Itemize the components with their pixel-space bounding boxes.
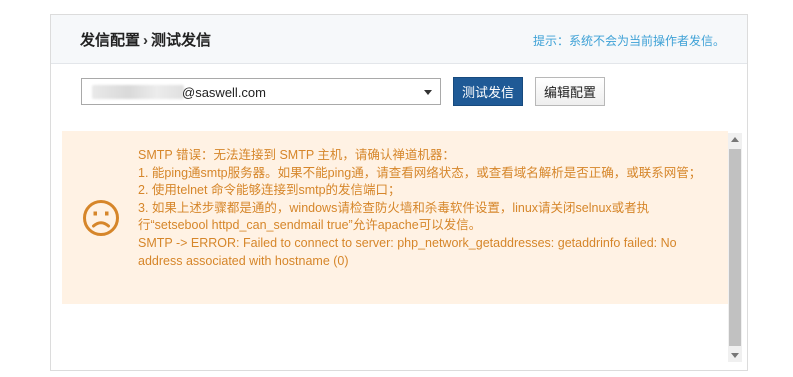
breadcrumb-current: 测试发信 xyxy=(151,32,212,49)
test-mail-panel: 发信配置 › 测试发信 提示：系统不会为当前操作者发信。 @saswell.com … xyxy=(50,14,748,371)
panel-header: 发信配置 › 测试发信 提示：系统不会为当前操作者发信。 xyxy=(51,15,747,64)
error-line: 2. 使用telnet 命令能够连接到smtp的发信端口； xyxy=(138,183,401,198)
vertical-scrollbar[interactable] xyxy=(728,133,742,362)
redacted-username xyxy=(92,85,184,99)
sender-select-value: @saswell.com xyxy=(182,85,266,100)
scroll-down-icon[interactable] xyxy=(731,353,739,358)
error-line: 1. 能ping通smtp服务器。如果不能ping通，请查看网络状态，或查看域名… xyxy=(138,165,702,180)
error-message: SMTP 错误：无法连接到 SMTP 主机，请确认禅道机器： 1. 能ping通… xyxy=(138,147,708,270)
scroll-up-icon[interactable] xyxy=(731,137,739,142)
breadcrumb-separator: › xyxy=(143,32,149,49)
test-send-button[interactable]: 测试发信 xyxy=(453,77,523,106)
sad-face-icon xyxy=(82,199,120,242)
scrollbar-thumb[interactable] xyxy=(729,149,741,346)
hint-text: 提示：系统不会为当前操作者发信。 xyxy=(532,34,725,48)
sender-select[interactable]: @saswell.com xyxy=(81,78,441,105)
error-line: SMTP -> ERROR: Failed to connect to serv… xyxy=(138,235,677,268)
error-line: 3. 如果上述步骤都是通的，windows请检查防火墙和杀毒软件设置，linux… xyxy=(138,200,650,233)
error-line: SMTP 错误：无法连接到 SMTP 主机，请确认禅道机器： xyxy=(138,148,455,162)
chevron-down-icon xyxy=(424,90,432,95)
edit-config-button[interactable]: 编辑配置 xyxy=(535,77,605,106)
error-alert: SMTP 错误：无法连接到 SMTP 主机，请确认禅道机器： 1. 能ping通… xyxy=(62,131,728,304)
breadcrumb: 发信配置 › 测试发信 xyxy=(80,29,211,50)
breadcrumb-parent[interactable]: 发信配置 xyxy=(80,32,140,49)
